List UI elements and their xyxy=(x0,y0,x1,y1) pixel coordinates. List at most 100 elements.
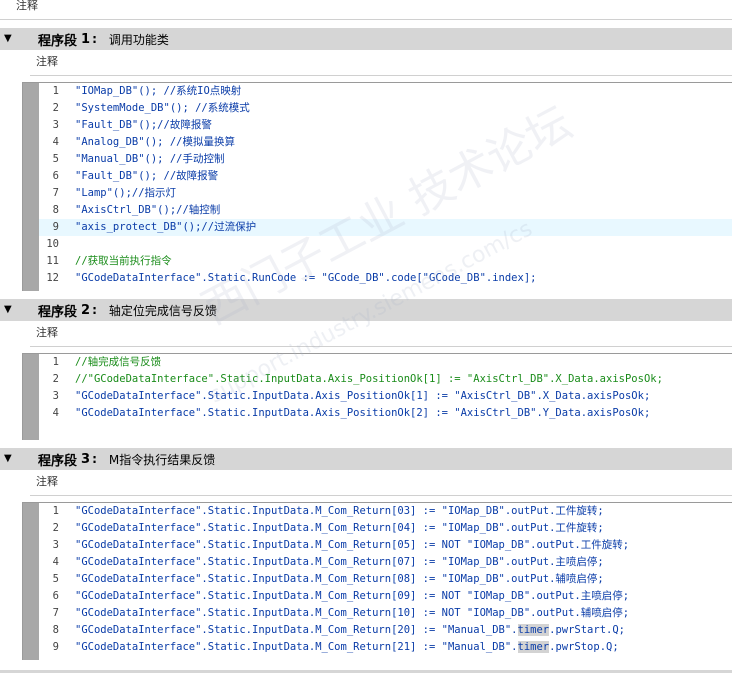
line-number: 4 xyxy=(52,136,59,148)
code-line[interactable]: 8 "GCodeDataInterface".Static.InputData.M… xyxy=(39,622,732,639)
code-padding xyxy=(39,656,732,660)
segment-number: 3 xyxy=(81,451,91,467)
line-number: 1 xyxy=(52,85,59,97)
line-number: 3 xyxy=(52,119,59,131)
line-number: 4 xyxy=(52,556,59,568)
segment-title[interactable]: 轴定位完成信号反馈 xyxy=(109,302,217,319)
code-line[interactable]: 4 "GCodeDataInterface".Static.InputData.A… xyxy=(39,405,732,422)
line-number: 5 xyxy=(52,153,59,165)
line-number: 1 xyxy=(52,356,59,368)
code-line[interactable]: 3 "GCodeDataInterface".Static.InputData.A… xyxy=(39,388,732,405)
segment-gap xyxy=(0,440,732,448)
line-number: 12 xyxy=(46,272,59,284)
code-text-pre: "GCodeDataInterface".Static.InputData.M_… xyxy=(75,624,518,636)
code-text: "Manual_DB"(); //手动控制 xyxy=(75,153,225,165)
program-segments: ▼ 程序段 1: 调用功能类 注释 1 "IOMap_DB"(); //系统IO点映射 2 "S… xyxy=(0,20,732,660)
line-number: 11 xyxy=(46,255,59,267)
code-line[interactable]: 9 "axis_protect_DB"();//过流保护 xyxy=(39,219,732,236)
segment-label: 程序段 xyxy=(38,453,78,469)
code-body[interactable]: 1 "IOMap_DB"(); //系统IO点映射 2 "SystemMode_DB"… xyxy=(39,83,732,291)
code-line[interactable]: 9 "GCodeDataInterface".Static.InputData.M… xyxy=(39,639,732,656)
line-number: 9 xyxy=(52,221,59,233)
line-number: 6 xyxy=(52,170,59,182)
code-text-post: .pwrStart.Q; xyxy=(549,624,625,636)
segment-gap xyxy=(0,20,732,28)
code-line[interactable]: 2 "GCodeDataInterface".Static.InputData.M… xyxy=(39,520,732,537)
code-text: "Lamp"();//指示灯 xyxy=(75,187,177,199)
segment-header-3[interactable]: ▼ 程序段 3: M指令执行结果反馈 xyxy=(0,448,732,470)
segment-comment[interactable]: 注释 xyxy=(30,470,732,496)
segment-header-2[interactable]: ▼ 程序段 2: 轴定位完成信号反馈 xyxy=(0,299,732,321)
code-text: "Analog_DB"(); //模拟量换算 xyxy=(75,136,235,148)
line-number: 5 xyxy=(52,573,59,585)
code-line[interactable]: 3 "Fault_DB"();//故障报警 xyxy=(39,117,732,134)
line-number: 2 xyxy=(52,102,59,114)
code-line[interactable]: 2 //"GCodeDataInterface".Static.InputData… xyxy=(39,371,732,388)
collapse-triangle-icon[interactable]: ▼ xyxy=(4,448,18,470)
code-line[interactable]: 5 "GCodeDataInterface".Static.InputData.M… xyxy=(39,571,732,588)
code-text: "SystemMode_DB"(); //系统模式 xyxy=(75,102,250,114)
line-number: 8 xyxy=(52,204,59,216)
code-body[interactable]: 1 //轴完成信号反馈 2 //"GCodeDataInterface".Static… xyxy=(39,354,732,440)
code-line[interactable]: 6 "Fault_DB"(); //故障报警 xyxy=(39,168,732,185)
code-line[interactable]: 11 //获取当前执行指令 xyxy=(39,253,732,270)
code-line[interactable]: 7 "Lamp"();//指示灯 xyxy=(39,185,732,202)
code-text-marked: timer xyxy=(517,641,550,653)
code-gutter-bar xyxy=(23,83,39,291)
code-gutter-bar xyxy=(23,354,39,440)
code-line[interactable]: 1 //轴完成信号反馈 xyxy=(39,354,732,371)
line-number: 9 xyxy=(52,641,59,653)
line-number: 10 xyxy=(46,238,59,250)
segment-colon: : xyxy=(92,32,97,46)
code-gutter-bar xyxy=(23,503,39,660)
code-line[interactable]: 12 "GCodeDataInterface".Static.RunCode :=… xyxy=(39,270,732,287)
code-editor[interactable]: 1 //轴完成信号反馈 2 //"GCodeDataInterface".Static… xyxy=(22,353,732,440)
line-number: 3 xyxy=(52,390,59,402)
code-text-post: .pwrStop.Q; xyxy=(549,641,619,653)
segment-number: 2 xyxy=(81,302,91,318)
code-editor[interactable]: 1 "IOMap_DB"(); //系统IO点映射 2 "SystemMode_DB"… xyxy=(22,82,732,291)
code-text: "Fault_DB"(); //故障报警 xyxy=(75,170,219,182)
segment-comment[interactable]: 注释 xyxy=(30,321,732,347)
code-line[interactable]: 1 "GCodeDataInterface".Static.InputData.M… xyxy=(39,503,732,520)
code-text: "GCodeDataInterface".Static.InputData.M_… xyxy=(75,505,604,517)
code-line[interactable]: 7 "GCodeDataInterface".Static.InputData.M… xyxy=(39,605,732,622)
code-line[interactable]: 10 xyxy=(39,236,732,253)
code-text: "axis_protect_DB"();//过流保护 xyxy=(75,221,257,233)
code-text: "Fault_DB"();//故障报警 xyxy=(75,119,212,131)
code-text-marked: timer xyxy=(517,624,550,636)
segment-label: 程序段 xyxy=(38,304,78,320)
collapse-triangle-icon[interactable]: ▼ xyxy=(4,28,18,50)
line-number: 4 xyxy=(52,407,59,419)
code-padding xyxy=(39,287,732,291)
line-number: 2 xyxy=(52,522,59,534)
segment-gap xyxy=(0,291,732,299)
segment-comment[interactable]: 注释 xyxy=(30,50,732,76)
segment-number: 1 xyxy=(81,31,91,47)
line-number: 3 xyxy=(52,539,59,551)
code-line[interactable]: 4 "Analog_DB"(); //模拟量换算 xyxy=(39,134,732,151)
code-line[interactable]: 8 "AxisCtrl_DB"();//轴控制 xyxy=(39,202,732,219)
top-comment-label[interactable]: 注释 xyxy=(0,0,732,20)
code-text: "GCodeDataInterface".Static.RunCode := "… xyxy=(75,272,537,284)
code-editor[interactable]: 1 "GCodeDataInterface".Static.InputData.M… xyxy=(22,502,732,660)
line-number: 8 xyxy=(52,624,59,636)
code-text-pre: "GCodeDataInterface".Static.InputData.M_… xyxy=(75,641,518,653)
segment-colon: : xyxy=(92,452,97,466)
code-line[interactable]: 5 "Manual_DB"(); //手动控制 xyxy=(39,151,732,168)
code-line[interactable]: 1 "IOMap_DB"(); //系统IO点映射 xyxy=(39,83,732,100)
code-line[interactable]: 4 "GCodeDataInterface".Static.InputData.M… xyxy=(39,554,732,571)
segment-title[interactable]: 调用功能类 xyxy=(109,31,169,48)
code-line[interactable]: 2 "SystemMode_DB"(); //系统模式 xyxy=(39,100,732,117)
segment-colon: : xyxy=(92,303,97,317)
line-number: 6 xyxy=(52,590,59,602)
code-line[interactable]: 6 "GCodeDataInterface".Static.InputData.M… xyxy=(39,588,732,605)
code-body[interactable]: 1 "GCodeDataInterface".Static.InputData.M… xyxy=(39,503,732,660)
code-text: "GCodeDataInterface".Static.InputData.Ax… xyxy=(75,407,651,419)
collapse-triangle-icon[interactable]: ▼ xyxy=(4,299,18,321)
segment-title[interactable]: M指令执行结果反馈 xyxy=(109,451,215,468)
segment-label: 程序段 xyxy=(38,33,78,49)
code-line[interactable]: 3 "GCodeDataInterface".Static.InputData.M… xyxy=(39,537,732,554)
code-text: "AxisCtrl_DB"();//轴控制 xyxy=(75,204,221,216)
segment-header-1[interactable]: ▼ 程序段 1: 调用功能类 xyxy=(0,28,732,50)
